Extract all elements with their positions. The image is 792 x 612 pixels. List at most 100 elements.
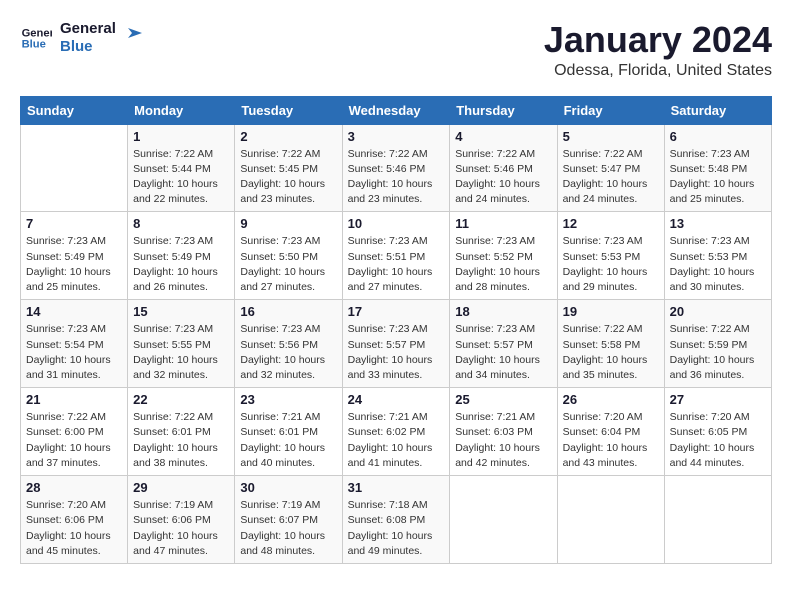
- day-number: 11: [455, 216, 551, 231]
- day-number: 4: [455, 129, 551, 144]
- calendar-cell: 28 Sunrise: 7:20 AM Sunset: 6:06 PM Dayli…: [21, 476, 128, 564]
- calendar-cell: 17 Sunrise: 7:23 AM Sunset: 5:57 PM Dayli…: [342, 300, 450, 388]
- day-number: 2: [240, 129, 336, 144]
- day-number: 28: [26, 480, 122, 495]
- calendar-title: January 2024: [544, 20, 772, 60]
- calendar-cell: 1Sunrise: 7:22 AM Sunset: 5:44 PM Daylig…: [128, 124, 235, 212]
- calendar-week-row: 1Sunrise: 7:22 AM Sunset: 5:44 PM Daylig…: [21, 124, 772, 212]
- weekday-header-friday: Friday: [557, 96, 664, 124]
- day-info: Sunrise: 7:23 AM Sunset: 5:50 PM Dayligh…: [240, 234, 336, 295]
- day-info: Sunrise: 7:20 AM Sunset: 6:05 PM Dayligh…: [670, 410, 766, 471]
- weekday-header-thursday: Thursday: [450, 96, 557, 124]
- day-number: 3: [348, 129, 445, 144]
- day-number: 1: [133, 129, 229, 144]
- day-number: 6: [670, 129, 766, 144]
- day-info: Sunrise: 7:23 AM Sunset: 5:53 PM Dayligh…: [670, 234, 766, 295]
- weekday-header-sunday: Sunday: [21, 96, 128, 124]
- day-number: 17: [348, 304, 445, 319]
- day-number: 26: [563, 392, 659, 407]
- calendar-cell: [664, 476, 771, 564]
- day-number: 31: [348, 480, 445, 495]
- calendar-table: SundayMondayTuesdayWednesdayThursdayFrid…: [20, 96, 772, 564]
- day-info: Sunrise: 7:22 AM Sunset: 5:59 PM Dayligh…: [670, 322, 766, 383]
- day-info: Sunrise: 7:19 AM Sunset: 6:07 PM Dayligh…: [240, 498, 336, 559]
- calendar-cell: 23 Sunrise: 7:21 AM Sunset: 6:01 PM Dayli…: [235, 388, 342, 476]
- calendar-cell: 10Sunrise: 7:23 AM Sunset: 5:51 PM Dayli…: [342, 212, 450, 300]
- calendar-cell: 27 Sunrise: 7:20 AM Sunset: 6:05 PM Dayli…: [664, 388, 771, 476]
- day-number: 7: [26, 216, 122, 231]
- calendar-cell: 9Sunrise: 7:23 AM Sunset: 5:50 PM Daylig…: [235, 212, 342, 300]
- calendar-cell: 31 Sunrise: 7:18 AM Sunset: 6:08 PM Dayli…: [342, 476, 450, 564]
- calendar-cell: 3 Sunrise: 7:22 AM Sunset: 5:46 PM Daylig…: [342, 124, 450, 212]
- calendar-week-row: 7 Sunrise: 7:23 AM Sunset: 5:49 PM Daylig…: [21, 212, 772, 300]
- day-number: 29: [133, 480, 229, 495]
- day-info: Sunrise: 7:21 AM Sunset: 6:01 PM Dayligh…: [240, 410, 336, 471]
- day-info: Sunrise: 7:23 AM Sunset: 5:53 PM Dayligh…: [563, 234, 659, 295]
- day-info: Sunrise: 7:18 AM Sunset: 6:08 PM Dayligh…: [348, 498, 445, 559]
- day-number: 30: [240, 480, 336, 495]
- calendar-cell: 14 Sunrise: 7:23 AM Sunset: 5:54 PM Dayli…: [21, 300, 128, 388]
- day-info: Sunrise: 7:22 AM Sunset: 5:46 PM Dayligh…: [455, 147, 551, 208]
- logo-line1: General: [60, 20, 116, 38]
- calendar-cell: 7Sunrise: 7:23 AM Sunset: 5:49 PM Daylig…: [21, 212, 128, 300]
- calendar-cell: 30 Sunrise: 7:19 AM Sunset: 6:07 PM Dayli…: [235, 476, 342, 564]
- day-number: 20: [670, 304, 766, 319]
- weekday-header-tuesday: Tuesday: [235, 96, 342, 124]
- calendar-cell: 18Sunrise: 7:23 AM Sunset: 5:57 PM Dayli…: [450, 300, 557, 388]
- day-info: Sunrise: 7:20 AM Sunset: 6:04 PM Dayligh…: [563, 410, 659, 471]
- title-section: January 2024 Odessa, Florida, United Sta…: [544, 20, 772, 80]
- day-number: 24: [348, 392, 445, 407]
- weekday-header-monday: Monday: [128, 96, 235, 124]
- calendar-cell: [450, 476, 557, 564]
- day-info: Sunrise: 7:23 AM Sunset: 5:49 PM Dayligh…: [133, 234, 229, 295]
- calendar-cell: 25Sunrise: 7:21 AM Sunset: 6:03 PM Dayli…: [450, 388, 557, 476]
- day-info: Sunrise: 7:23 AM Sunset: 5:52 PM Dayligh…: [455, 234, 551, 295]
- day-info: Sunrise: 7:20 AM Sunset: 6:06 PM Dayligh…: [26, 498, 122, 559]
- calendar-week-row: 21Sunrise: 7:22 AM Sunset: 6:00 PM Dayli…: [21, 388, 772, 476]
- day-info: Sunrise: 7:21 AM Sunset: 6:02 PM Dayligh…: [348, 410, 445, 471]
- calendar-week-row: 28 Sunrise: 7:20 AM Sunset: 6:06 PM Dayli…: [21, 476, 772, 564]
- day-info: Sunrise: 7:22 AM Sunset: 5:46 PM Dayligh…: [348, 147, 445, 208]
- day-number: 27: [670, 392, 766, 407]
- day-info: Sunrise: 7:23 AM Sunset: 5:57 PM Dayligh…: [348, 322, 445, 383]
- day-number: 22: [133, 392, 229, 407]
- day-info: Sunrise: 7:23 AM Sunset: 5:56 PM Dayligh…: [240, 322, 336, 383]
- day-number: 18: [455, 304, 551, 319]
- calendar-cell: 5Sunrise: 7:22 AM Sunset: 5:47 PM Daylig…: [557, 124, 664, 212]
- weekday-header-wednesday: Wednesday: [342, 96, 450, 124]
- calendar-subtitle: Odessa, Florida, United States: [544, 62, 772, 80]
- calendar-cell: 12Sunrise: 7:23 AM Sunset: 5:53 PM Dayli…: [557, 212, 664, 300]
- day-number: 19: [563, 304, 659, 319]
- day-number: 14: [26, 304, 122, 319]
- day-info: Sunrise: 7:22 AM Sunset: 5:47 PM Dayligh…: [563, 147, 659, 208]
- calendar-cell: 19 Sunrise: 7:22 AM Sunset: 5:58 PM Dayli…: [557, 300, 664, 388]
- day-number: 13: [670, 216, 766, 231]
- day-number: 23: [240, 392, 336, 407]
- calendar-cell: [21, 124, 128, 212]
- logo-line2: Blue: [60, 38, 116, 56]
- day-number: 25: [455, 392, 551, 407]
- calendar-cell: 16Sunrise: 7:23 AM Sunset: 5:56 PM Dayli…: [235, 300, 342, 388]
- calendar-cell: 21Sunrise: 7:22 AM Sunset: 6:00 PM Dayli…: [21, 388, 128, 476]
- calendar-cell: 22Sunrise: 7:22 AM Sunset: 6:01 PM Dayli…: [128, 388, 235, 476]
- day-info: Sunrise: 7:22 AM Sunset: 5:58 PM Dayligh…: [563, 322, 659, 383]
- calendar-cell: 26 Sunrise: 7:20 AM Sunset: 6:04 PM Dayli…: [557, 388, 664, 476]
- svg-text:General: General: [22, 27, 52, 39]
- day-info: Sunrise: 7:23 AM Sunset: 5:48 PM Dayligh…: [670, 147, 766, 208]
- day-info: Sunrise: 7:19 AM Sunset: 6:06 PM Dayligh…: [133, 498, 229, 559]
- day-info: Sunrise: 7:23 AM Sunset: 5:55 PM Dayligh…: [133, 322, 229, 383]
- weekday-header-row: SundayMondayTuesdayWednesdayThursdayFrid…: [21, 96, 772, 124]
- calendar-week-row: 14 Sunrise: 7:23 AM Sunset: 5:54 PM Dayli…: [21, 300, 772, 388]
- calendar-cell: 29 Sunrise: 7:19 AM Sunset: 6:06 PM Dayli…: [128, 476, 235, 564]
- calendar-cell: 24 Sunrise: 7:21 AM Sunset: 6:02 PM Dayli…: [342, 388, 450, 476]
- calendar-cell: 20 Sunrise: 7:22 AM Sunset: 5:59 PM Dayli…: [664, 300, 771, 388]
- svg-text:Blue: Blue: [22, 39, 46, 51]
- day-number: 21: [26, 392, 122, 407]
- calendar-cell: 15Sunrise: 7:23 AM Sunset: 5:55 PM Dayli…: [128, 300, 235, 388]
- day-info: Sunrise: 7:23 AM Sunset: 5:54 PM Dayligh…: [26, 322, 122, 383]
- weekday-header-saturday: Saturday: [664, 96, 771, 124]
- calendar-cell: 13 Sunrise: 7:23 AM Sunset: 5:53 PM Dayli…: [664, 212, 771, 300]
- logo: General Blue General Blue: [20, 20, 144, 56]
- calendar-cell: [557, 476, 664, 564]
- day-number: 8: [133, 216, 229, 231]
